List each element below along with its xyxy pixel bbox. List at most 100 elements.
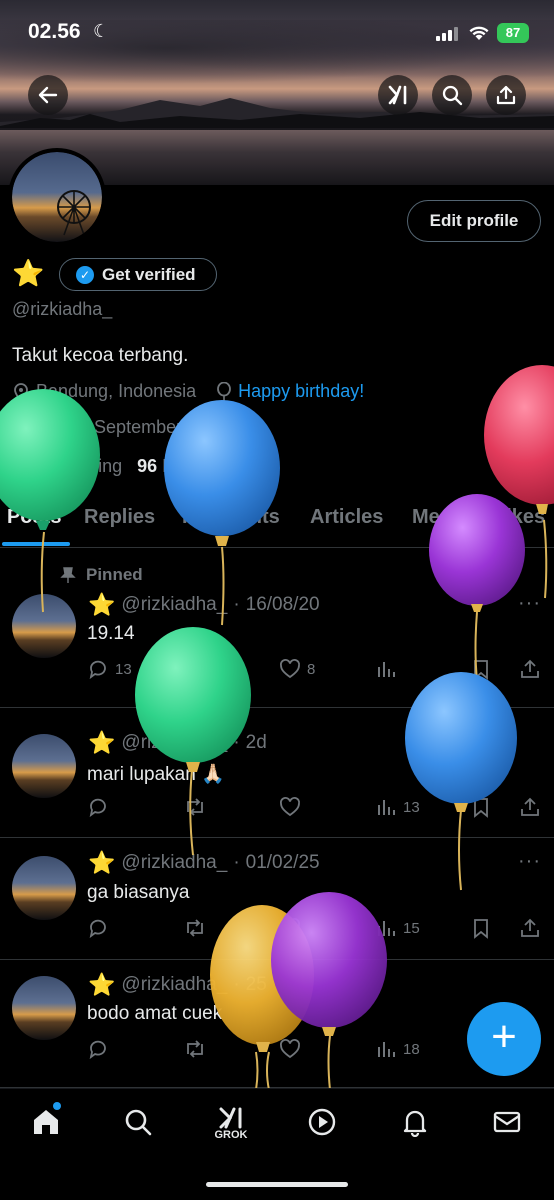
status-time: 02.56 xyxy=(28,20,81,43)
share-post-button[interactable] xyxy=(519,796,541,818)
like-button[interactable]: 8 xyxy=(279,658,315,680)
repost-button[interactable] xyxy=(183,1038,213,1060)
post-date: 2d xyxy=(245,732,267,753)
bell-icon xyxy=(403,1110,427,1137)
bookmark-button[interactable] xyxy=(471,796,491,818)
reply-icon xyxy=(89,1040,106,1060)
get-verified-button[interactable]: ✓ Get verified xyxy=(59,258,217,291)
post-handle[interactable]: @rizkiadha_ xyxy=(121,732,227,754)
repost-icon xyxy=(187,660,203,678)
tab-likes[interactable]: Likes xyxy=(494,506,545,529)
profile-meta-location: Bandung, Indonesia Happy birthday! xyxy=(12,381,364,402)
views-button[interactable]: 13 xyxy=(375,796,420,818)
reply-button[interactable]: 13 xyxy=(87,658,132,680)
post-avatar[interactable] xyxy=(12,734,76,798)
like-button[interactable] xyxy=(279,917,307,939)
reply-button[interactable] xyxy=(87,796,115,818)
post-text: bodo amat cuek xyxy=(87,1003,223,1024)
location-pin-icon xyxy=(14,382,28,402)
edit-profile-button[interactable]: Edit profile xyxy=(407,200,541,242)
share-icon xyxy=(521,797,539,816)
repost-button[interactable] xyxy=(183,917,213,939)
reply-button[interactable] xyxy=(87,1038,115,1060)
nav-notifications[interactable] xyxy=(390,1107,440,1147)
search-icon xyxy=(125,1109,152,1136)
reply-icon xyxy=(89,919,106,939)
repost-icon xyxy=(187,798,203,816)
tab-posts[interactable]: Posts xyxy=(7,506,61,529)
back-button[interactable] xyxy=(28,75,68,115)
post-item[interactable]: ⭐ @rizkiadha_ · 16/08/20 ··· 19.14 13 8 xyxy=(0,548,554,708)
post-item[interactable]: ⭐ @rizkiadha_ · 01/02/25 ··· ga biasanya … xyxy=(0,838,554,960)
views-button[interactable]: 18 xyxy=(375,1038,420,1060)
mail-icon xyxy=(493,1111,521,1133)
like-button[interactable] xyxy=(279,796,307,818)
nav-explore[interactable] xyxy=(113,1107,163,1147)
views-button[interactable]: 15 xyxy=(375,917,420,939)
post-date: 25 xyxy=(245,974,267,995)
play-circle-icon xyxy=(308,1108,336,1136)
home-indicator xyxy=(206,1182,348,1187)
repost-button[interactable] xyxy=(183,796,213,818)
tab-highlights[interactable]: Highlights xyxy=(182,506,280,529)
repost-button[interactable] xyxy=(183,658,213,680)
more-options-icon[interactable]: ··· xyxy=(518,592,541,615)
tab-articles[interactable]: Articles xyxy=(310,506,383,529)
following-count: 112 xyxy=(12,456,42,476)
post-handle[interactable]: @rizkiadha_ xyxy=(121,852,227,874)
bookmark-icon xyxy=(474,660,488,680)
share-post-button[interactable] xyxy=(519,658,541,680)
share-button[interactable] xyxy=(486,75,526,115)
nav-messages[interactable] xyxy=(482,1107,532,1147)
followers-link[interactable]: 96 Followers xyxy=(137,456,239,476)
views-button[interactable] xyxy=(375,658,403,680)
post-header: ⭐ @rizkiadha_ · 25 xyxy=(88,972,267,997)
birthday-link[interactable]: Happy birthday! xyxy=(238,381,364,402)
notification-dot xyxy=(53,1102,61,1110)
more-options-icon[interactable]: ··· xyxy=(518,850,541,873)
post-item[interactable]: ⭐ @rizkiadha_ · 2d mari lupakan 🙏🏻 13 xyxy=(0,708,554,838)
follow-counts: 112 Following 96 Followers xyxy=(12,456,239,477)
post-avatar[interactable] xyxy=(12,976,76,1040)
followers-count: 96 xyxy=(137,456,158,476)
bookmark-button[interactable] xyxy=(471,917,491,939)
like-button[interactable] xyxy=(279,1038,307,1060)
views-icon xyxy=(378,800,395,815)
battery-indicator: 87 xyxy=(497,23,529,43)
post-handle[interactable]: @rizkiadha_ xyxy=(121,974,227,996)
grok-icon xyxy=(388,85,407,105)
reply-icon xyxy=(89,660,106,680)
grok-label: GROK xyxy=(214,1129,248,1141)
following-link[interactable]: 112 Following xyxy=(12,456,122,476)
compose-post-button[interactable]: + xyxy=(467,1002,541,1076)
tab-replies[interactable]: Replies xyxy=(84,506,155,529)
post-date: 01/02/25 xyxy=(245,852,320,873)
share-icon xyxy=(521,918,539,937)
home-icon xyxy=(34,1110,58,1134)
heart-icon xyxy=(280,1039,300,1059)
grok-button[interactable] xyxy=(378,75,418,115)
nav-grok[interactable]: GROK xyxy=(206,1107,256,1147)
post-handle[interactable]: @rizkiadha_ xyxy=(121,594,227,616)
post-header: ⭐ @rizkiadha_ · 2d xyxy=(88,730,267,755)
repost-icon xyxy=(187,1040,203,1058)
reply-count: 13 xyxy=(115,660,132,678)
ferris-wheel-icon xyxy=(57,190,91,236)
location-text: Bandung, Indonesia xyxy=(36,381,197,401)
reply-button[interactable] xyxy=(87,917,115,939)
star-emoji: ⭐ xyxy=(88,850,116,875)
post-avatar[interactable] xyxy=(12,594,76,658)
share-post-button[interactable] xyxy=(519,917,541,939)
plus-icon: + xyxy=(491,1012,517,1061)
search-button[interactable] xyxy=(432,75,472,115)
nav-home[interactable] xyxy=(21,1107,71,1147)
balloon-icon xyxy=(217,381,232,401)
post-avatar[interactable] xyxy=(12,856,76,920)
tab-media[interactable]: Media xyxy=(412,506,469,529)
bookmark-button[interactable] xyxy=(471,658,491,680)
profile-avatar[interactable] xyxy=(8,148,106,246)
nav-video[interactable] xyxy=(297,1107,347,1147)
post-header: ⭐ @rizkiadha_ · 16/08/20 xyxy=(88,592,320,617)
profile-tabs: Posts Replies Highlights Articles Media … xyxy=(0,500,554,548)
profile-handle: @rizkiadha_ xyxy=(12,299,113,319)
